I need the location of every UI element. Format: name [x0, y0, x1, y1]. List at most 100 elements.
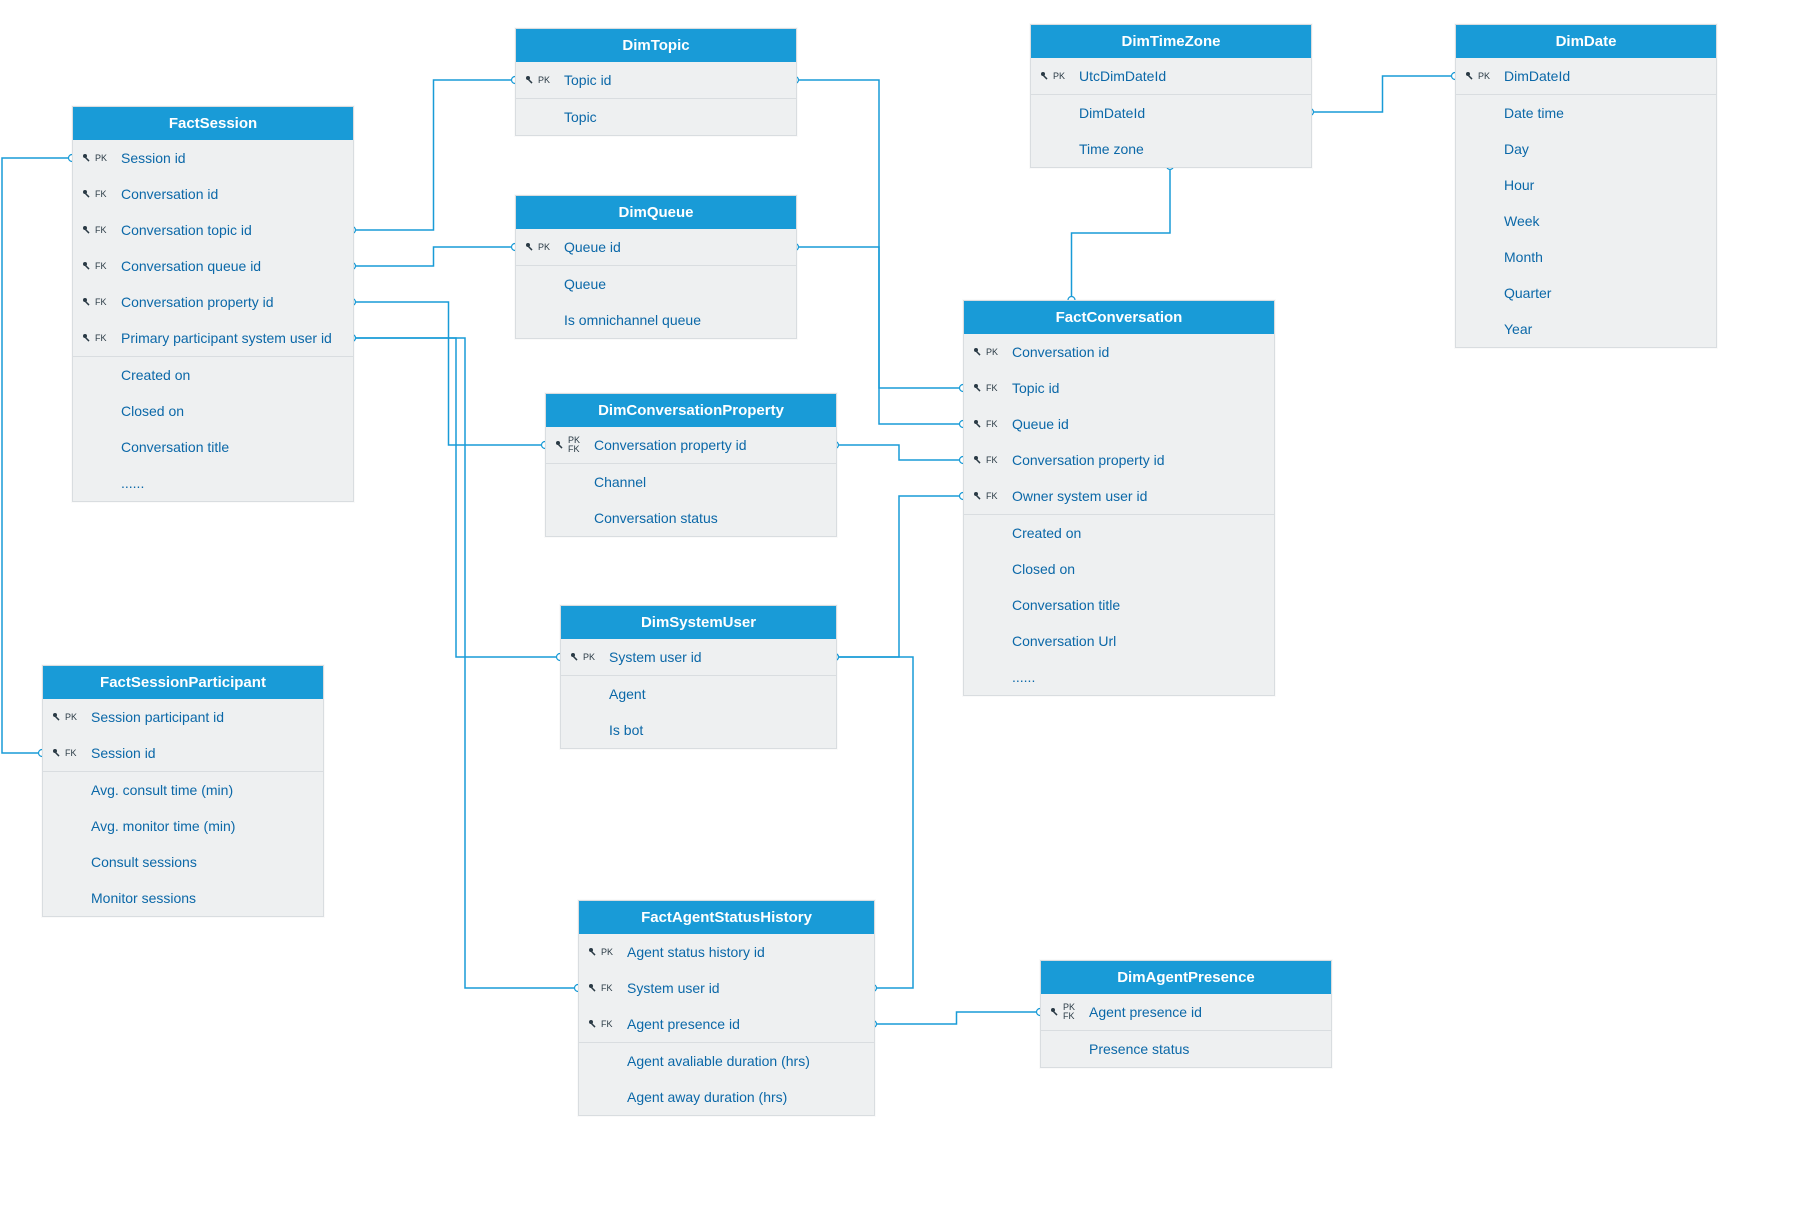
entity-header: FactAgentStatusHistory — [579, 901, 874, 934]
entity-field: PKUtcDimDateId — [1031, 58, 1311, 94]
entity-header: DimQueue — [516, 196, 796, 229]
entity-field: PKSession id — [73, 140, 353, 176]
entity-header: DimSystemUser — [561, 606, 836, 639]
field-label: Day — [1504, 141, 1529, 157]
field-label: Closed on — [1012, 561, 1075, 577]
field-label: Queue id — [564, 239, 621, 255]
entity-field: DimDateId — [1031, 94, 1311, 131]
field-label: Month — [1504, 249, 1543, 265]
entity-dimDate: DimDatePKDimDateId Date time Day Hour Week Mo… — [1455, 24, 1717, 348]
entity-dimConversationProperty: DimConversationPropertyPKFKConversation … — [545, 393, 837, 537]
entity-field: Created on — [73, 356, 353, 393]
entity-header: DimTopic — [516, 29, 796, 62]
field-label: Conversation property id — [121, 294, 274, 310]
entity-factConversation: FactConversationPKConversation idFKTopic… — [963, 300, 1275, 696]
entity-header: DimDate — [1456, 25, 1716, 58]
entity-field: Agent — [561, 675, 836, 712]
field-label: Conversation status — [594, 510, 718, 526]
entity-field: Year — [1456, 311, 1716, 347]
field-label: Is omnichannel queue — [564, 312, 701, 328]
field-label: Session participant id — [91, 709, 224, 725]
entity-field: Channel — [546, 463, 836, 500]
field-label: Agent status history id — [627, 944, 765, 960]
entity-header: DimAgentPresence — [1041, 961, 1331, 994]
field-label: Time zone — [1079, 141, 1144, 157]
entity-field: FKConversation property id — [73, 284, 353, 320]
entity-field: PKQueue id — [516, 229, 796, 265]
entity-field: Monitor sessions — [43, 880, 323, 916]
entity-factSessionParticipant: FactSessionParticipantPKSession particip… — [42, 665, 324, 917]
field-label: Agent — [609, 686, 646, 702]
field-label: Created on — [121, 367, 190, 383]
entity-field: Conversation title — [73, 429, 353, 465]
field-label: Conversation property id — [1012, 452, 1165, 468]
entity-field: FKTopic id — [964, 370, 1274, 406]
entity-dimAgentPresence: DimAgentPresencePKFKAgent presence id Pre… — [1040, 960, 1332, 1068]
entity-header: DimConversationProperty — [546, 394, 836, 427]
field-label: System user id — [627, 980, 720, 996]
entity-dimTimeZone: DimTimeZonePKUtcDimDateIdDimDateId Time z… — [1030, 24, 1312, 168]
field-label: Presence status — [1089, 1041, 1189, 1057]
entity-field: PKAgent status history id — [579, 934, 874, 970]
field-label: Agent presence id — [1089, 1004, 1202, 1020]
field-label: Topic id — [1012, 380, 1059, 396]
entity-field: Conversation Url — [964, 623, 1274, 659]
entity-field: Agent away duration (hrs) — [579, 1079, 874, 1115]
field-label: Conversation id — [1012, 344, 1109, 360]
entity-field: PKConversation id — [964, 334, 1274, 370]
entity-field: FKSystem user id — [579, 970, 874, 1006]
entity-field: Conversation title — [964, 587, 1274, 623]
entity-field: Consult sessions — [43, 844, 323, 880]
entity-field: FKConversation id — [73, 176, 353, 212]
field-label: Year — [1504, 321, 1532, 337]
entity-field: PKSystem user id — [561, 639, 836, 675]
entity-field: Queue — [516, 265, 796, 302]
field-label: Conversation queue id — [121, 258, 261, 274]
field-label: System user id — [609, 649, 702, 665]
entity-field: Topic — [516, 98, 796, 135]
entity-field: FKPrimary participant system user id — [73, 320, 353, 356]
field-label: DimDateId — [1504, 68, 1570, 84]
field-label: Queue — [564, 276, 606, 292]
field-label: Week — [1504, 213, 1540, 229]
field-label: Avg. consult time (min) — [91, 782, 233, 798]
entity-field: PKFKAgent presence id — [1041, 994, 1331, 1030]
entity-field: FKConversation queue id — [73, 248, 353, 284]
field-label: Topic — [564, 109, 597, 125]
entity-field: PKFKConversation property id — [546, 427, 836, 463]
entity-field: PKTopic id — [516, 62, 796, 98]
entity-dimQueue: DimQueuePKQueue id Queue Is omnichannel qu… — [515, 195, 797, 339]
field-label: Conversation title — [1012, 597, 1120, 613]
er-diagram-canvas: FactSessionPKSession idFKConversation id… — [0, 0, 1800, 1229]
entity-header: DimTimeZone — [1031, 25, 1311, 58]
field-label: Session id — [121, 150, 186, 166]
field-label: Owner system user id — [1012, 488, 1147, 504]
entity-field: Month — [1456, 239, 1716, 275]
field-label: Hour — [1504, 177, 1534, 193]
field-label: Date time — [1504, 105, 1564, 121]
entity-field: PKDimDateId — [1456, 58, 1716, 94]
field-label: Topic id — [564, 72, 611, 88]
entity-field: Closed on — [964, 551, 1274, 587]
entity-field: ...... — [964, 659, 1274, 695]
entity-field: Is bot — [561, 712, 836, 748]
entity-factSession: FactSessionPKSession idFKConversation id… — [72, 106, 354, 502]
entity-field: FKAgent presence id — [579, 1006, 874, 1042]
entity-field: PKSession participant id — [43, 699, 323, 735]
field-label: Primary participant system user id — [121, 330, 332, 346]
entity-header: FactSessionParticipant — [43, 666, 323, 699]
field-label: Session id — [91, 745, 156, 761]
field-label: Quarter — [1504, 285, 1551, 301]
field-label: Avg. monitor time (min) — [91, 818, 235, 834]
entity-field: Date time — [1456, 94, 1716, 131]
entity-field: Is omnichannel queue — [516, 302, 796, 338]
field-label: Is bot — [609, 722, 643, 738]
field-label: Consult sessions — [91, 854, 197, 870]
field-label: Created on — [1012, 525, 1081, 541]
field-label: Agent away duration (hrs) — [627, 1089, 787, 1105]
entity-field: Presence status — [1041, 1030, 1331, 1067]
entity-field: FKConversation topic id — [73, 212, 353, 248]
field-label: Channel — [594, 474, 646, 490]
entity-field: Conversation status — [546, 500, 836, 536]
entity-field: Agent avaliable duration (hrs) — [579, 1042, 874, 1079]
